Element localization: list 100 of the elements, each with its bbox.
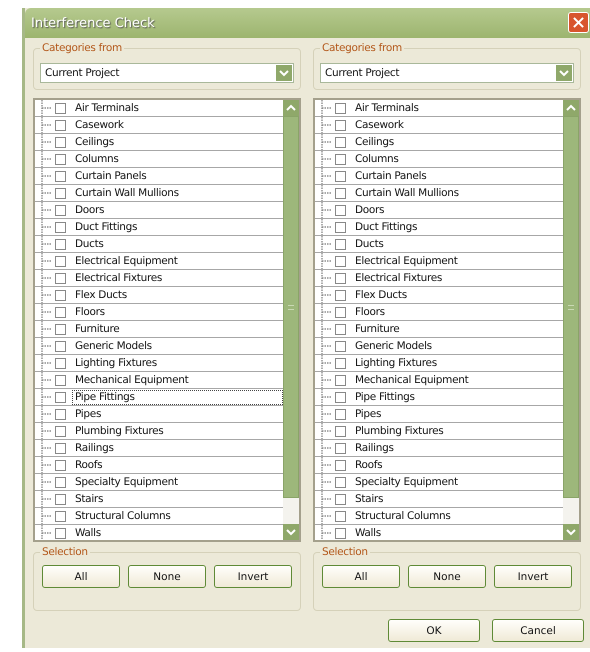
category-item[interactable]: Flex Ducts — [352, 288, 410, 302]
checkbox[interactable] — [55, 494, 66, 504]
category-item[interactable]: Stairs — [352, 492, 386, 506]
checkbox[interactable] — [335, 392, 346, 402]
checkbox[interactable] — [55, 426, 66, 436]
checkbox[interactable] — [335, 426, 346, 436]
checkbox[interactable] — [335, 238, 346, 250]
category-item[interactable]: Pipes — [72, 406, 104, 422]
scroll-up-icon[interactable] — [283, 100, 299, 116]
category-item[interactable]: Columns — [352, 152, 402, 166]
category-item[interactable]: Curtain Wall Mullions — [352, 186, 462, 200]
category-item[interactable]: Specialty Equipment — [72, 474, 181, 490]
category-item[interactable]: Walls — [72, 526, 104, 540]
checkbox[interactable] — [335, 324, 346, 334]
checkbox[interactable] — [335, 510, 346, 522]
dropdown[interactable]: Current Project — [320, 63, 574, 83]
dropdown[interactable]: Current Project — [40, 63, 294, 83]
selection-button[interactable]: Invert — [214, 565, 292, 588]
scroll-down-icon[interactable] — [283, 524, 299, 540]
checkbox[interactable] — [335, 460, 346, 470]
checkbox[interactable] — [55, 204, 66, 216]
checkbox[interactable] — [335, 102, 346, 114]
category-item[interactable]: Duct Fittings — [352, 220, 420, 234]
category-item[interactable]: Pipe Fittings — [352, 390, 418, 404]
category-item[interactable]: Roofs — [352, 458, 386, 472]
checkbox[interactable] — [55, 256, 66, 266]
scroll-up-icon[interactable] — [563, 100, 579, 116]
category-item[interactable]: Mechanical Equipment — [72, 372, 192, 388]
category-item[interactable]: Pipe Fittings — [72, 390, 283, 404]
selection-button[interactable]: All — [322, 565, 400, 588]
category-item[interactable]: Furniture — [72, 322, 122, 336]
checkbox[interactable] — [335, 306, 346, 318]
category-item[interactable]: Electrical Equipment — [352, 254, 461, 268]
category-item[interactable]: Casework — [352, 118, 407, 132]
checkbox[interactable] — [335, 222, 346, 232]
checkbox[interactable] — [335, 340, 346, 352]
category-item[interactable]: Generic Models — [72, 338, 155, 354]
checkbox[interactable] — [55, 442, 66, 454]
category-item[interactable]: Specialty Equipment — [352, 474, 461, 490]
category-item[interactable]: Curtain Panels — [72, 168, 150, 184]
category-item[interactable]: Doors — [72, 202, 108, 218]
category-item[interactable]: Duct Fittings — [72, 220, 140, 234]
checkbox[interactable] — [335, 154, 346, 164]
selection-button[interactable]: Invert — [494, 565, 572, 588]
category-item[interactable]: Ceilings — [352, 134, 397, 150]
category-item[interactable]: Walls — [352, 526, 384, 540]
checkbox[interactable] — [55, 272, 66, 284]
category-item[interactable]: Railings — [352, 440, 397, 456]
checkbox[interactable] — [55, 392, 66, 402]
selection-button[interactable]: All — [42, 565, 120, 588]
dialog-button[interactable]: Cancel — [492, 619, 584, 642]
category-item[interactable]: Air Terminals — [352, 100, 422, 116]
checkbox[interactable] — [55, 340, 66, 352]
category-item[interactable]: Curtain Panels — [352, 168, 430, 184]
selection-button[interactable]: None — [408, 565, 486, 588]
checkbox[interactable] — [335, 188, 346, 198]
checkbox[interactable] — [55, 154, 66, 164]
checkbox[interactable] — [55, 306, 66, 318]
checkbox[interactable] — [55, 120, 66, 130]
checkbox[interactable] — [55, 374, 66, 386]
checkbox[interactable] — [335, 170, 346, 182]
category-item[interactable]: Stairs — [72, 492, 106, 506]
category-item[interactable]: Railings — [72, 440, 117, 456]
category-item[interactable]: Plumbing Fixtures — [72, 424, 166, 438]
checkbox[interactable] — [55, 102, 66, 114]
checkbox[interactable] — [335, 358, 346, 368]
category-item[interactable]: Lighting Fixtures — [72, 356, 160, 370]
category-item[interactable]: Ducts — [352, 236, 387, 252]
checkbox[interactable] — [55, 476, 66, 488]
checkbox[interactable] — [335, 290, 346, 300]
category-item[interactable]: Lighting Fixtures — [352, 356, 440, 370]
category-item[interactable]: Structural Columns — [72, 508, 174, 524]
category-item[interactable]: Electrical Fixtures — [352, 270, 446, 286]
checkbox[interactable] — [335, 408, 346, 420]
checkbox[interactable] — [335, 256, 346, 266]
scroll-down-icon[interactable] — [563, 524, 579, 540]
category-item[interactable]: Columns — [72, 152, 122, 166]
checkbox[interactable] — [55, 510, 66, 522]
category-item[interactable]: Electrical Equipment — [72, 254, 181, 268]
category-item[interactable]: Doors — [352, 202, 388, 218]
checkbox[interactable] — [55, 528, 66, 538]
checkbox[interactable] — [335, 476, 346, 488]
close-button[interactable] — [568, 12, 589, 33]
category-item[interactable]: Structural Columns — [352, 508, 454, 524]
category-item[interactable]: Mechanical Equipment — [352, 372, 472, 388]
checkbox[interactable] — [335, 528, 346, 538]
category-item[interactable]: Ceilings — [72, 134, 117, 150]
category-item[interactable]: Floors — [352, 304, 388, 320]
checkbox[interactable] — [335, 442, 346, 454]
category-item[interactable]: Casework — [72, 118, 127, 132]
checkbox[interactable] — [335, 136, 346, 148]
category-item[interactable]: Pipes — [352, 406, 384, 422]
category-item[interactable]: Plumbing Fixtures — [352, 424, 446, 438]
checkbox[interactable] — [55, 324, 66, 334]
checkbox[interactable] — [55, 460, 66, 470]
category-item[interactable]: Electrical Fixtures — [72, 270, 166, 286]
checkbox[interactable] — [335, 374, 346, 386]
category-item[interactable]: Roofs — [72, 458, 106, 472]
checkbox[interactable] — [335, 204, 346, 216]
checkbox[interactable] — [55, 222, 66, 232]
